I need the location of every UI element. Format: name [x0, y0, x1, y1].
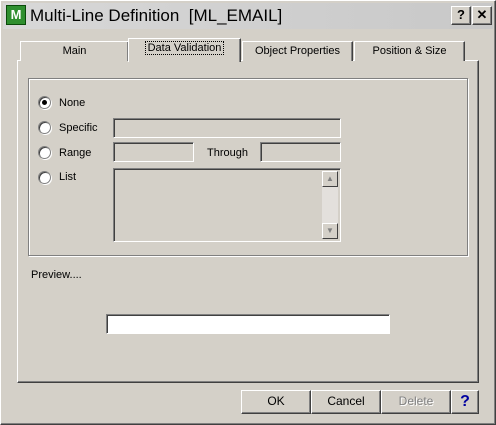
ok-button-label: OK	[267, 394, 285, 408]
radio-none-label[interactable]: None	[59, 96, 85, 110]
cancel-button-label: Cancel	[327, 394, 365, 408]
tab-object-properties-label: Object Properties	[255, 45, 340, 57]
scroll-up-button[interactable]: ▲	[322, 171, 338, 187]
preview-field[interactable]	[106, 314, 390, 334]
tab-main-label: Main	[62, 45, 87, 57]
radio-specific-label[interactable]: Specific	[59, 121, 98, 135]
ok-button[interactable]: OK	[241, 390, 311, 414]
app-icon: M	[6, 5, 26, 25]
preview-label: Preview....	[31, 269, 82, 281]
through-label: Through	[207, 147, 248, 159]
tab-data-validation-label: Data Validation	[144, 41, 225, 55]
range-to-field	[260, 142, 341, 162]
scroll-track[interactable]	[322, 187, 338, 223]
range-from-field	[113, 142, 194, 162]
radio-specific[interactable]	[38, 121, 51, 134]
tab-position-size-label: Position & Size	[372, 45, 447, 57]
close-button[interactable]: ✕	[472, 6, 492, 25]
specific-value-field	[113, 118, 341, 138]
radio-none-selected-dot	[42, 100, 47, 105]
radio-range-label[interactable]: Range	[59, 146, 91, 160]
tab-data-validation[interactable]: Data Validation	[128, 38, 241, 62]
tab-position-size[interactable]: Position & Size	[354, 41, 465, 61]
scroll-down-button[interactable]: ▼	[322, 223, 338, 239]
radio-range[interactable]	[38, 146, 51, 159]
radio-list[interactable]	[38, 171, 51, 184]
delete-button-label: Delete	[398, 394, 434, 408]
window-title: Multi-Line Definition [ML_EMAIL]	[30, 6, 283, 25]
delete-button[interactable]: Delete	[381, 390, 451, 414]
help-button[interactable]: ?	[451, 390, 479, 414]
list-box	[113, 168, 341, 242]
help-title-button[interactable]: ?	[451, 6, 471, 25]
radio-list-label[interactable]: List	[59, 170, 76, 184]
tab-main[interactable]: Main	[20, 41, 129, 61]
radio-none[interactable]	[38, 96, 51, 109]
help-icon: ?	[460, 393, 470, 410]
tab-object-properties[interactable]: Object Properties	[242, 41, 353, 61]
cancel-button[interactable]: Cancel	[311, 390, 381, 414]
